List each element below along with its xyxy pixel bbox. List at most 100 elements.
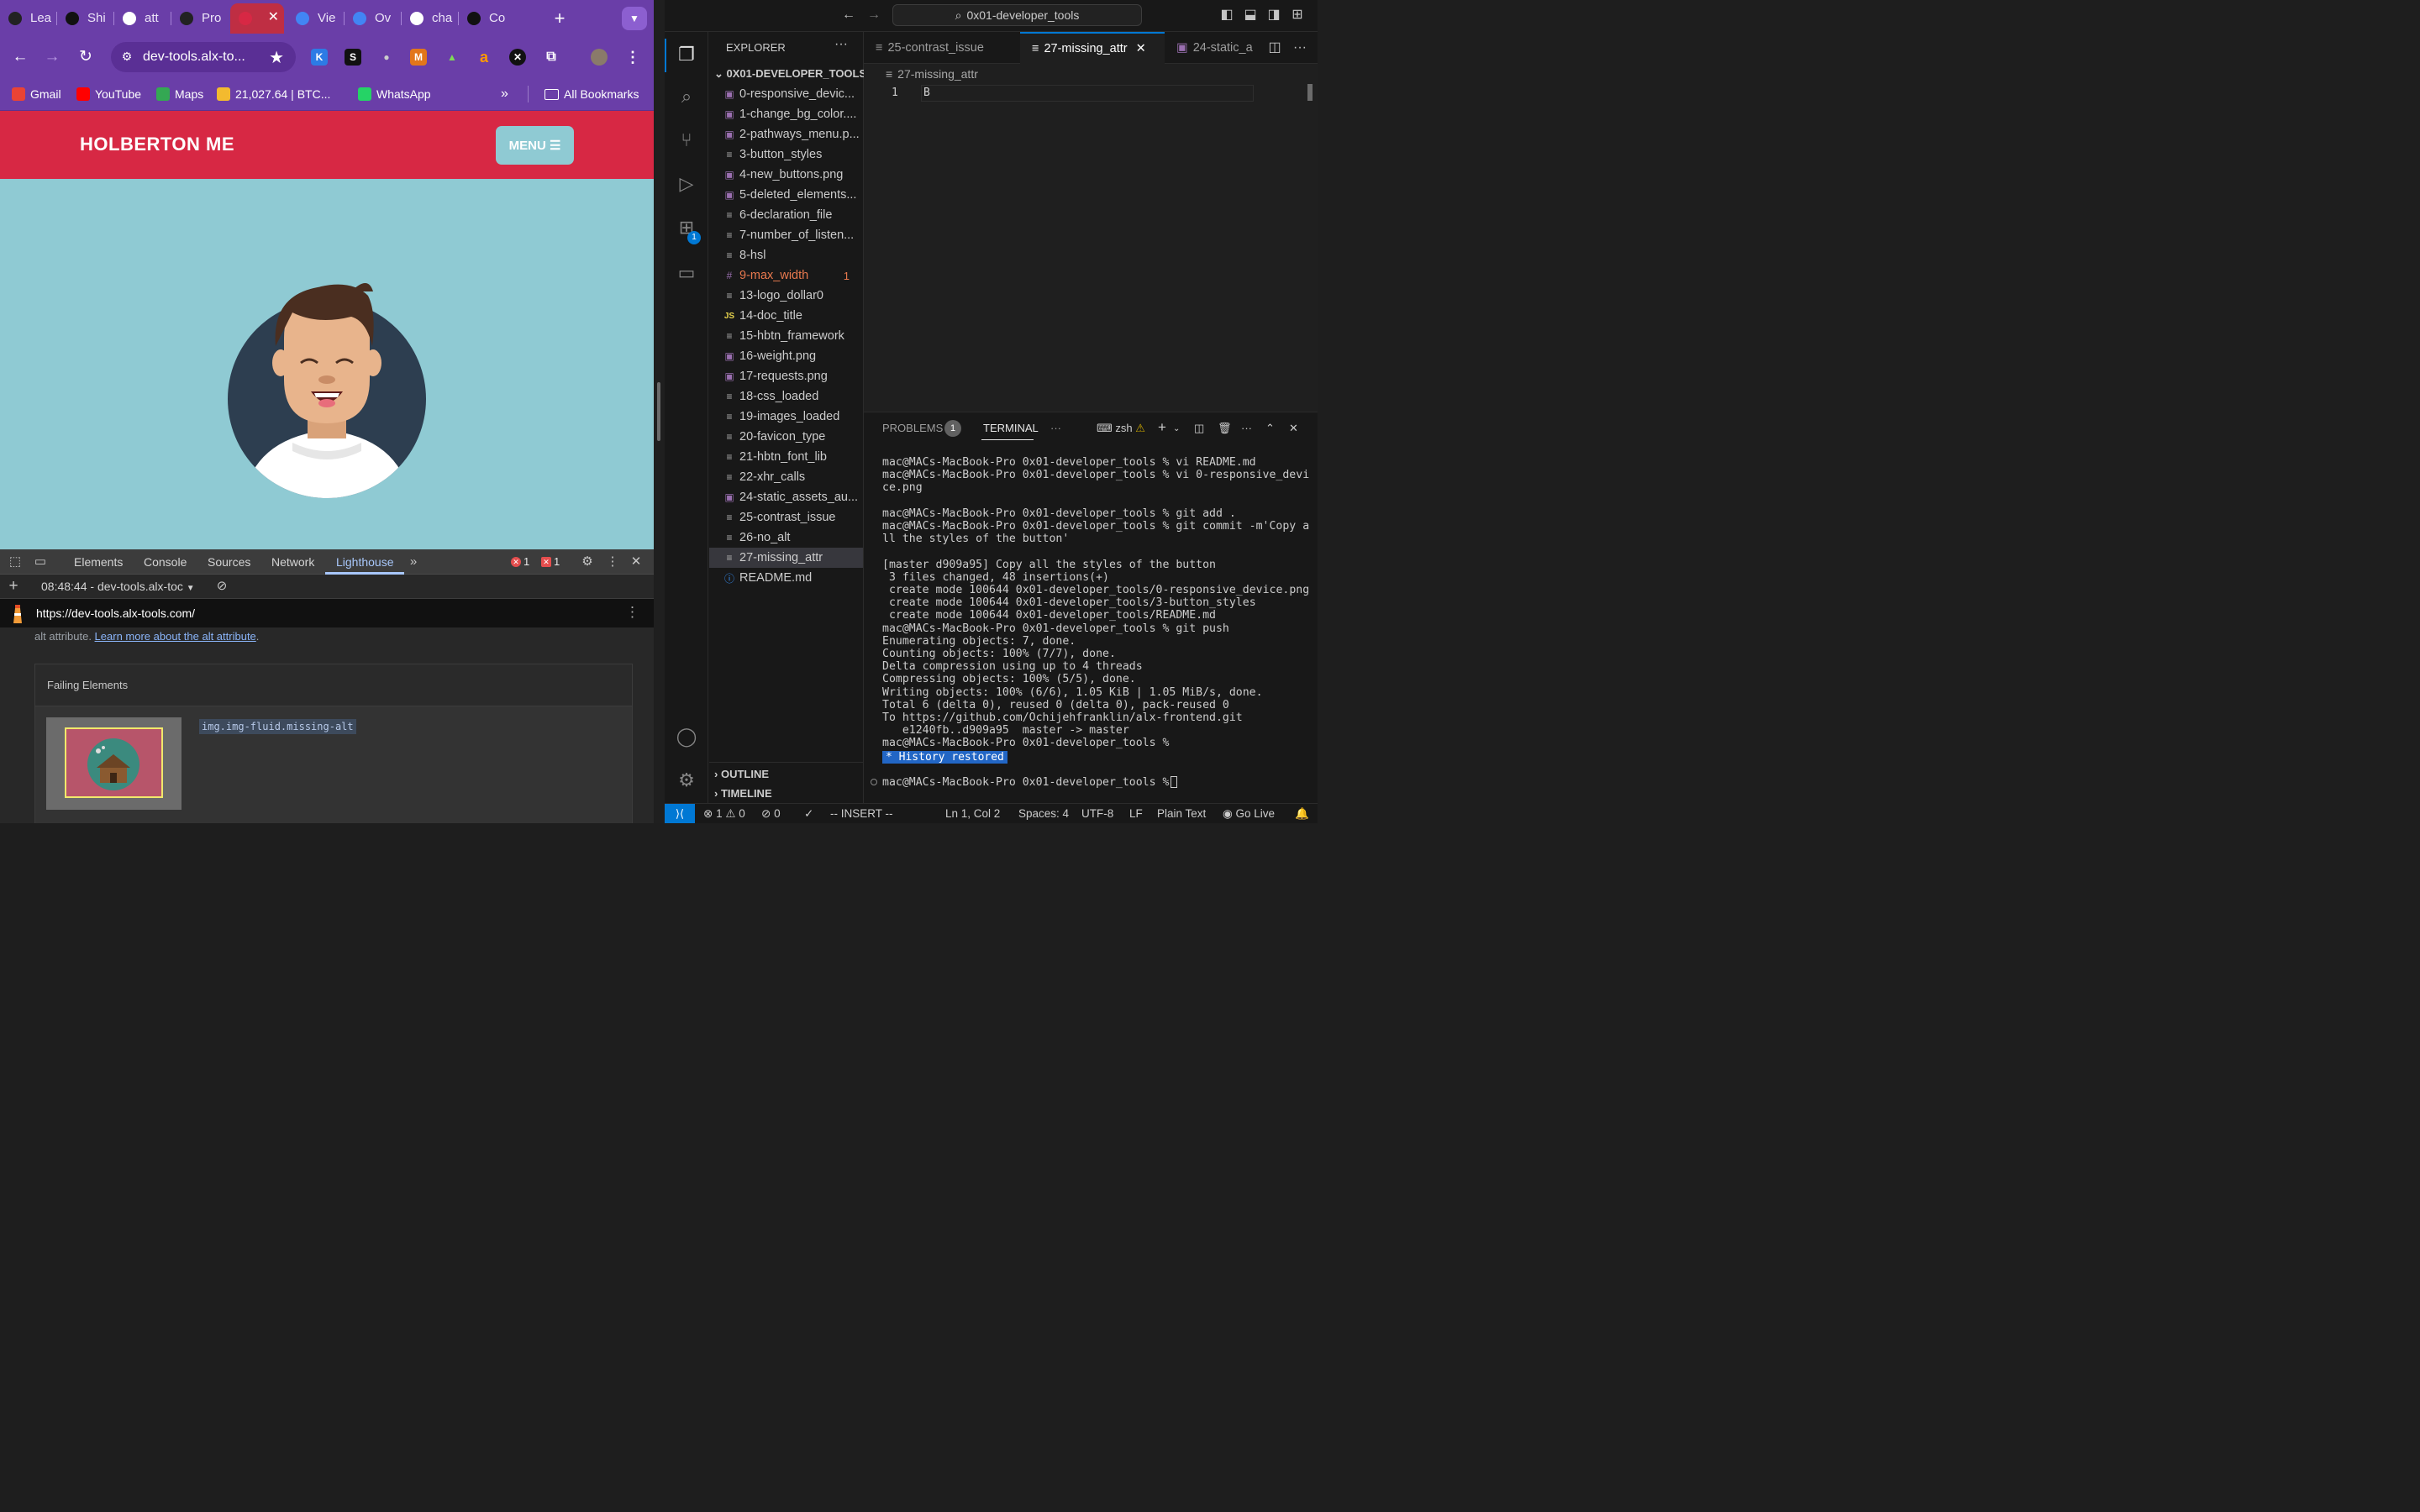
extensions-puzzle-icon[interactable]: ⧉ bbox=[543, 49, 560, 66]
bookmark-item[interactable]: Maps bbox=[156, 86, 203, 102]
all-bookmarks[interactable]: All Bookmarks bbox=[544, 86, 639, 102]
window-divider[interactable] bbox=[654, 0, 665, 823]
report-menu-icon[interactable]: ⋮ bbox=[625, 604, 639, 621]
file-item[interactable]: ≡ 19-images_loaded bbox=[709, 407, 863, 427]
browser-tab[interactable]: cha bbox=[402, 3, 459, 34]
toggle-primary-sidebar-icon[interactable]: ◧ bbox=[1218, 6, 1236, 24]
error-counter[interactable]: ✕ 1 bbox=[511, 555, 529, 568]
close-tab-icon[interactable]: ✕ bbox=[268, 8, 279, 25]
remote-indicator-icon[interactable]: ⟩⟨ bbox=[665, 804, 695, 823]
file-item[interactable]: ≡ 21-hbtn_font_lib bbox=[709, 447, 863, 467]
file-item[interactable]: ⓘ README.md bbox=[709, 568, 863, 588]
encoding[interactable]: UTF-8 bbox=[1081, 807, 1113, 820]
file-item[interactable]: ▣ 5-deleted_elements... bbox=[709, 185, 863, 205]
editor-more-icon[interactable]: ··· bbox=[1291, 39, 1309, 57]
profile-avatar[interactable] bbox=[591, 49, 608, 66]
bookmark-item[interactable]: YouTube bbox=[76, 86, 141, 102]
devtools-menu-icon[interactable]: ⋮ bbox=[604, 554, 621, 570]
more-bookmarks-icon[interactable]: » bbox=[501, 86, 508, 102]
file-item[interactable]: #9-max_width 1 bbox=[709, 265, 863, 286]
nav-back-icon[interactable]: ← bbox=[839, 6, 858, 24]
device-toolbar-icon[interactable]: ▭ bbox=[32, 554, 49, 570]
browser-tab[interactable]: Ov bbox=[345, 3, 402, 34]
file-item[interactable]: ▣ 4-new_buttons.png bbox=[709, 165, 863, 185]
file-item[interactable]: ▣ 2-pathways_menu.p... bbox=[709, 124, 863, 144]
extension-x-icon[interactable]: ✕ bbox=[509, 49, 526, 66]
close-panel-icon[interactable]: ✕ bbox=[1289, 422, 1298, 435]
file-item[interactable]: ≡ 25-contrast_issue bbox=[709, 507, 863, 528]
file-item[interactable]: ▣ 16-weight.png bbox=[709, 346, 863, 366]
new-report-icon[interactable]: + bbox=[5, 578, 22, 595]
file-item[interactable]: ≡ 13-logo_dollar0 bbox=[709, 286, 863, 306]
command-decoration-icon[interactable] bbox=[871, 779, 877, 785]
close-devtools-icon[interactable]: ✕ bbox=[628, 554, 644, 570]
file-item[interactable]: ▣ 1-change_bg_color.... bbox=[709, 104, 863, 124]
workspace-folder[interactable]: ⌄ 0X01-DEVELOPER_TOOLS bbox=[714, 67, 866, 81]
devtools-tab-sources[interactable]: Sources bbox=[208, 555, 250, 569]
extension-a-icon[interactable]: a bbox=[476, 49, 492, 66]
extension-k-icon[interactable]: K bbox=[311, 49, 328, 66]
devtools-tab-lighthouse[interactable]: Lighthouse bbox=[336, 555, 394, 569]
maximize-panel-icon[interactable]: ⌃ bbox=[1265, 422, 1275, 435]
inspect-element-icon[interactable]: ⬚ bbox=[7, 554, 24, 570]
back-button[interactable]: ← bbox=[10, 47, 30, 67]
split-editor-icon[interactable]: ◫ bbox=[1265, 39, 1284, 57]
file-item[interactable]: ≡ 6-declaration_file bbox=[709, 205, 863, 225]
panel-more-icon[interactable]: ··· bbox=[1050, 422, 1061, 434]
element-screenshot[interactable] bbox=[46, 717, 182, 810]
tab-search-button[interactable]: ▼ bbox=[622, 7, 647, 30]
settings-gear-icon[interactable]: ⚙ bbox=[579, 554, 596, 570]
remote-explorer-icon[interactable]: ▭ bbox=[674, 260, 699, 286]
cursor-position[interactable]: Ln 1, Col 2 bbox=[945, 807, 1000, 820]
minimap-slider[interactable] bbox=[1307, 84, 1313, 101]
file-item[interactable]: JS 14-doc_title bbox=[709, 306, 863, 326]
toggle-panel-icon[interactable]: ⬓ bbox=[1241, 6, 1260, 24]
file-item[interactable]: ≡ 8-hsl bbox=[709, 245, 863, 265]
file-item[interactable]: ▣ 24-static_assets_au... bbox=[709, 487, 863, 507]
source-control-icon[interactable]: ⑂ bbox=[674, 128, 699, 153]
close-tab-icon[interactable]: ✕ bbox=[1136, 42, 1146, 55]
more-tabs-icon[interactable]: » bbox=[405, 554, 422, 570]
file-item[interactable]: ≡ 15-hbtn_framework bbox=[709, 326, 863, 346]
terminal-prompt[interactable]: mac@MACs-MacBook-Pro 0x01-developer_tool… bbox=[882, 776, 1178, 789]
ports-status[interactable]: ⊘ 0 bbox=[761, 807, 781, 821]
browser-tab[interactable]: Lea bbox=[0, 3, 57, 34]
omnibox-url[interactable]: dev-tools.alx-to... bbox=[143, 50, 245, 65]
language-mode[interactable]: Plain Text bbox=[1157, 807, 1206, 820]
omnibox[interactable]: ⚙ dev-tools.alx-to... ★ bbox=[111, 42, 296, 72]
bookmark-item[interactable]: 21,027.64 | BTC... bbox=[217, 86, 330, 102]
resize-grip[interactable] bbox=[657, 382, 660, 441]
timeline-section[interactable]: › TIMELINE bbox=[714, 787, 772, 800]
run-debug-icon[interactable]: ▷ bbox=[674, 171, 699, 197]
extension-s-icon[interactable]: S bbox=[345, 49, 361, 66]
report-selector[interactable]: 08:48:44 - dev-tools.alx-toc ▼ bbox=[41, 580, 195, 593]
menu-button[interactable]: MENU ☰ bbox=[496, 126, 574, 165]
file-item[interactable]: ≡ 7-number_of_listen... bbox=[709, 225, 863, 245]
chrome-menu-icon[interactable]: ⋮ bbox=[624, 49, 641, 66]
browser-tab[interactable]: Vie bbox=[287, 3, 345, 34]
file-item[interactable]: ▣ 17-requests.png bbox=[709, 366, 863, 386]
tab-problems[interactable]: PROBLEMS bbox=[882, 422, 943, 434]
command-center-search[interactable]: ⌕ 0x01-developer_tools bbox=[892, 4, 1142, 26]
issue-counter[interactable]: ✕ 1 bbox=[541, 555, 560, 568]
go-live[interactable]: ◉ Go Live bbox=[1223, 807, 1275, 821]
tab-25-contrast-issue[interactable]: ≡ 25-contrast_issue bbox=[864, 32, 1020, 64]
browser-tab[interactable]: Pro bbox=[171, 3, 229, 34]
problems-status[interactable]: ⊗ 1 ⚠ 0 bbox=[703, 807, 745, 821]
clear-reports-icon[interactable]: ⊘ bbox=[213, 578, 230, 595]
reload-button[interactable]: ↻ bbox=[76, 47, 96, 67]
file-item[interactable]: ≡ 27-missing_attr bbox=[709, 548, 863, 568]
bookmark-item[interactable]: Gmail bbox=[12, 86, 61, 102]
accounts-icon[interactable]: ◯ bbox=[674, 724, 699, 749]
bookmark-star-icon[interactable]: ★ bbox=[269, 47, 284, 68]
search-view-icon[interactable]: ⌕ bbox=[674, 84, 699, 109]
terminal-shell-selector[interactable]: ⌨ zsh ⚠ bbox=[1097, 422, 1145, 435]
file-item[interactable]: ≡ 20-favicon_type bbox=[709, 427, 863, 447]
extension-shield-icon[interactable]: ● bbox=[378, 49, 395, 66]
bookmark-item[interactable]: WhatsApp bbox=[358, 86, 431, 102]
metamask-icon[interactable]: M bbox=[410, 49, 427, 66]
explorer-icon[interactable]: ❐ bbox=[674, 42, 699, 67]
devtools-tab-console[interactable]: Console bbox=[144, 555, 187, 569]
browser-tab[interactable]: Shi bbox=[57, 3, 114, 34]
browser-tab[interactable]: ✕ bbox=[230, 3, 284, 34]
